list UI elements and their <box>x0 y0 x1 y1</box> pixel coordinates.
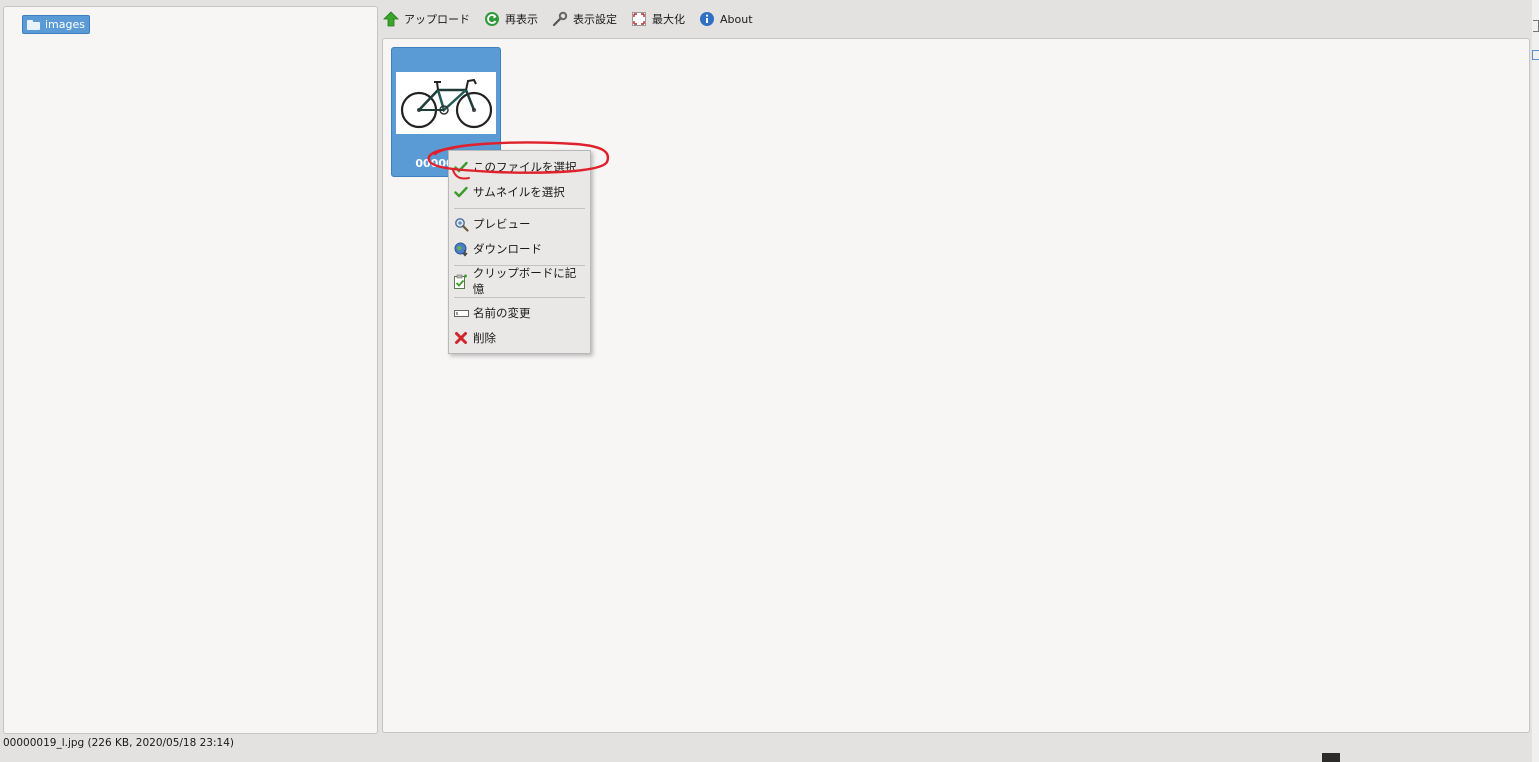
menu-item-label: ダウンロード <box>473 242 542 256</box>
globe-download-icon <box>453 241 469 257</box>
settings-label: 表示設定 <box>573 13 617 26</box>
menu-item-label: 削除 <box>473 331 496 345</box>
magnifier-icon <box>453 216 469 232</box>
bicycle-thumbnail-image <box>396 72 496 134</box>
folder-tree-pane: images <box>3 6 378 734</box>
menu-item-label: サムネイルを選択 <box>473 185 565 199</box>
folder-label: images <box>45 18 85 31</box>
menu-item-label: クリップボードに記憶 <box>472 266 577 296</box>
edge-glyph <box>1532 50 1539 60</box>
rename-field-icon <box>453 305 469 321</box>
wrench-icon <box>552 11 568 27</box>
menu-item-label: このファイルを選択 <box>473 160 577 174</box>
refresh-label: 再表示 <box>505 13 538 26</box>
taskbar-fragment <box>1322 753 1340 762</box>
edge-glyph <box>1533 20 1539 32</box>
maximize-label: 最大化 <box>652 13 685 26</box>
about-label: About <box>720 12 753 26</box>
menu-item-copy-to-clipboard[interactable]: クリップボードに記憶 <box>453 266 586 296</box>
maximize-button[interactable]: 最大化 <box>631 11 685 27</box>
menu-item-delete[interactable]: 削除 <box>453 328 586 348</box>
green-check-icon <box>453 159 469 175</box>
upload-label: アップロード <box>404 13 470 26</box>
menu-item-label: 名前の変更 <box>473 306 531 320</box>
green-check-icon <box>453 184 469 200</box>
file-list-pane <box>382 38 1530 733</box>
menu-separator <box>454 297 585 298</box>
menu-item-select-file[interactable]: このファイルを選択 <box>453 157 586 177</box>
clipboard-icon <box>453 273 469 289</box>
status-bar: 00000019_l.jpg (226 KB, 2020/05/18 23:14… <box>3 737 234 749</box>
upload-button[interactable]: アップロード <box>383 11 470 27</box>
refresh-button[interactable]: 再表示 <box>484 11 538 27</box>
menu-separator <box>454 208 585 209</box>
refresh-icon <box>484 11 500 27</box>
menu-item-select-thumbnail[interactable]: サムネイルを選択 <box>453 182 586 202</box>
maximize-icon <box>631 11 647 27</box>
folder-node-images[interactable]: images <box>22 15 90 34</box>
red-x-icon <box>453 330 469 346</box>
folder-icon <box>27 19 40 30</box>
info-icon <box>699 11 715 27</box>
context-menu: このファイルを選択 サムネイルを選択 プレビュー ダウンロード クリップボードに… <box>448 150 591 354</box>
toolbar: アップロード 再表示 表示設定 最大化 About <box>383 8 753 30</box>
about-button[interactable]: About <box>699 11 753 27</box>
menu-item-download[interactable]: ダウンロード <box>453 239 586 259</box>
settings-button[interactable]: 表示設定 <box>552 11 617 27</box>
menu-item-label: プレビュー <box>473 217 531 231</box>
menu-item-preview[interactable]: プレビュー <box>453 214 586 234</box>
upload-arrow-icon <box>383 11 399 27</box>
window-edge <box>1532 0 1539 762</box>
menu-item-rename[interactable]: 名前の変更 <box>453 303 586 323</box>
